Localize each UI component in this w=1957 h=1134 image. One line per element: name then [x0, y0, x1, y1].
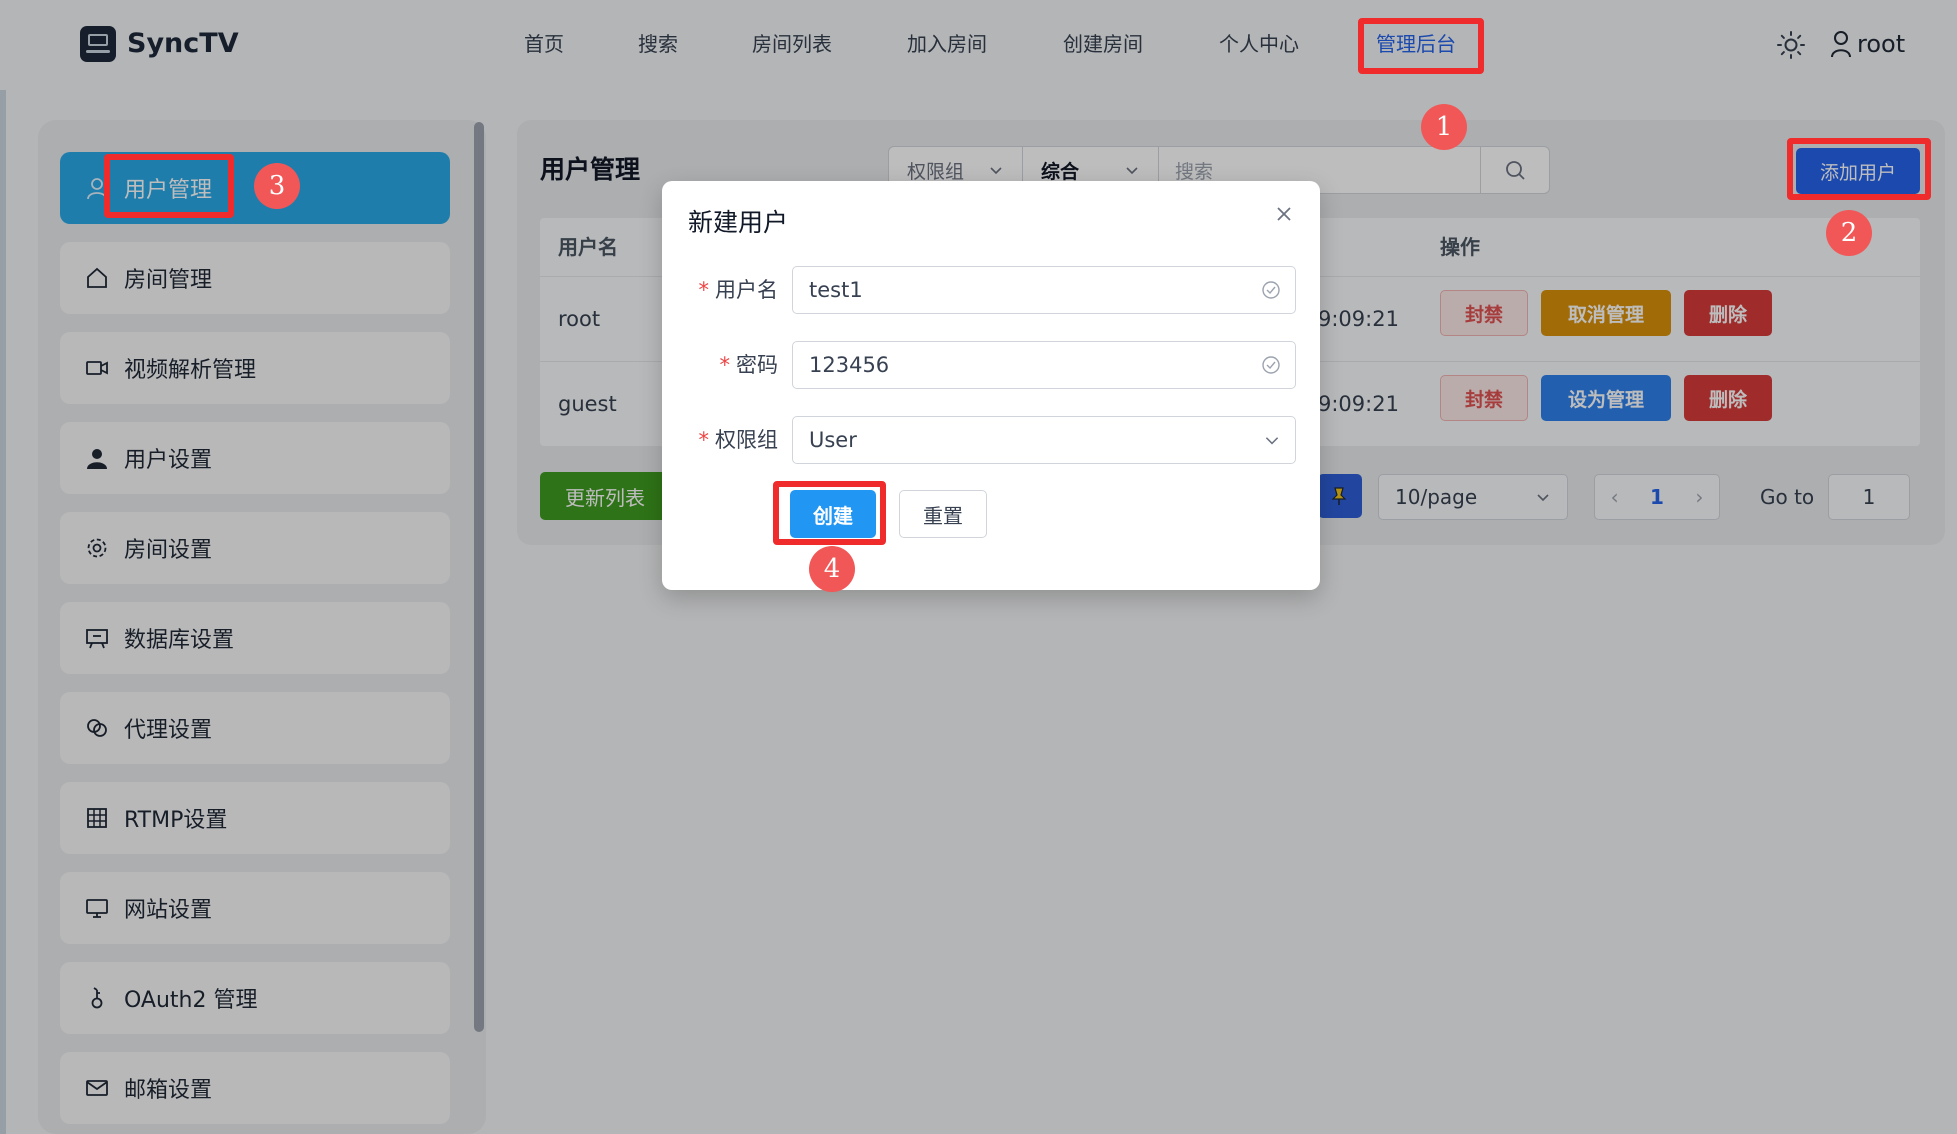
username-value: test1 [809, 278, 863, 302]
username-label: * 用户名 [694, 275, 779, 305]
required-mark: * [698, 278, 710, 302]
role-value: User [809, 428, 857, 452]
annotation-badge-1: 1 [1421, 104, 1467, 150]
annotation-badge-4: 4 [809, 546, 855, 592]
chevron-down-icon [1265, 437, 1279, 445]
password-label-text: 密码 [736, 353, 778, 377]
highlight-box-user-management [104, 154, 234, 218]
username-field[interactable]: test1 [792, 266, 1296, 314]
annotation-badge-2: 2 [1826, 210, 1872, 256]
annotation-badge-3: 3 [254, 163, 300, 209]
role-select[interactable]: User [792, 416, 1296, 464]
dialog-title: 新建用户 [688, 208, 789, 237]
required-mark: * [719, 353, 731, 377]
check-circle-icon [1262, 356, 1280, 374]
role-label: * 权限组 [684, 425, 779, 455]
password-label: * 密码 [694, 350, 779, 380]
reset-button[interactable]: 重置 [899, 490, 987, 538]
password-value: 123456 [809, 353, 890, 377]
required-mark: * [698, 428, 710, 452]
close-icon[interactable] [1270, 200, 1298, 228]
highlight-box-admin-nav [1358, 18, 1484, 74]
role-label-text: 权限组 [715, 428, 778, 452]
password-field[interactable]: 123456 [792, 341, 1296, 389]
highlight-box-add-user [1787, 138, 1931, 200]
username-label-text: 用户名 [715, 278, 778, 302]
highlight-box-create [773, 481, 886, 545]
check-circle-icon [1262, 281, 1280, 299]
